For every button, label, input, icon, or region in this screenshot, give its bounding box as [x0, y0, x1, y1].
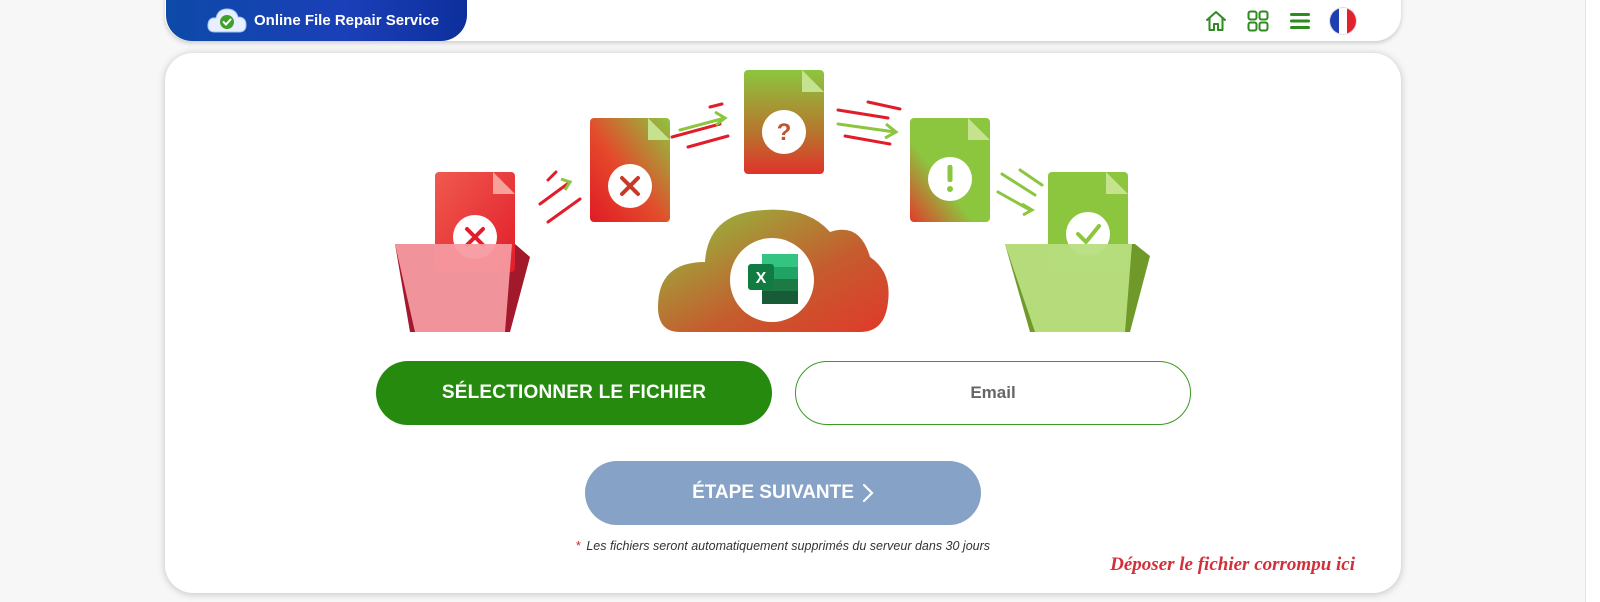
chevron-right-icon: [862, 483, 874, 503]
corrupted-folder-icon: [395, 172, 530, 332]
drop-zone-hint: Déposer le fichier corrompu ici: [1110, 554, 1355, 575]
svg-text:X: X: [756, 270, 767, 287]
asterisk-marker: *: [575, 539, 581, 553]
excel-cloud-icon: X: [658, 209, 889, 332]
cloud-check-logo-icon: [207, 8, 247, 33]
repaired-folder-icon: [1005, 172, 1150, 332]
unknown-file-icon: ?: [744, 70, 824, 174]
home-icon[interactable]: [1204, 9, 1228, 33]
page-scroll-edge: [1585, 0, 1600, 602]
header-nav: [1204, 7, 1356, 35]
next-step-button[interactable]: ÉTAPE SUIVANTE: [585, 461, 981, 525]
warning-file-icon: [910, 118, 990, 222]
menu-icon[interactable]: [1288, 9, 1312, 33]
deletion-notice-text: Les fichiers seront automatiquement supp…: [586, 539, 991, 553]
grid-icon[interactable]: [1246, 9, 1270, 33]
french-flag-icon[interactable]: [1330, 8, 1356, 34]
damaged-file-icon: [590, 118, 670, 222]
select-file-button[interactable]: SÉLECTIONNER LE FICHIER: [376, 361, 772, 425]
svg-text:?: ?: [777, 119, 792, 146]
email-field[interactable]: [795, 361, 1191, 425]
deletion-notice: * Les fichiers seront automatiquement su…: [0, 539, 1566, 553]
next-step-label: ÉTAPE SUIVANTE: [692, 482, 854, 503]
brand-title: Online File Repair Service: [254, 12, 440, 29]
brand-logo-link[interactable]: Online File Repair Service: [166, 0, 467, 41]
file-repair-illustration: ? X: [395, 70, 1150, 332]
